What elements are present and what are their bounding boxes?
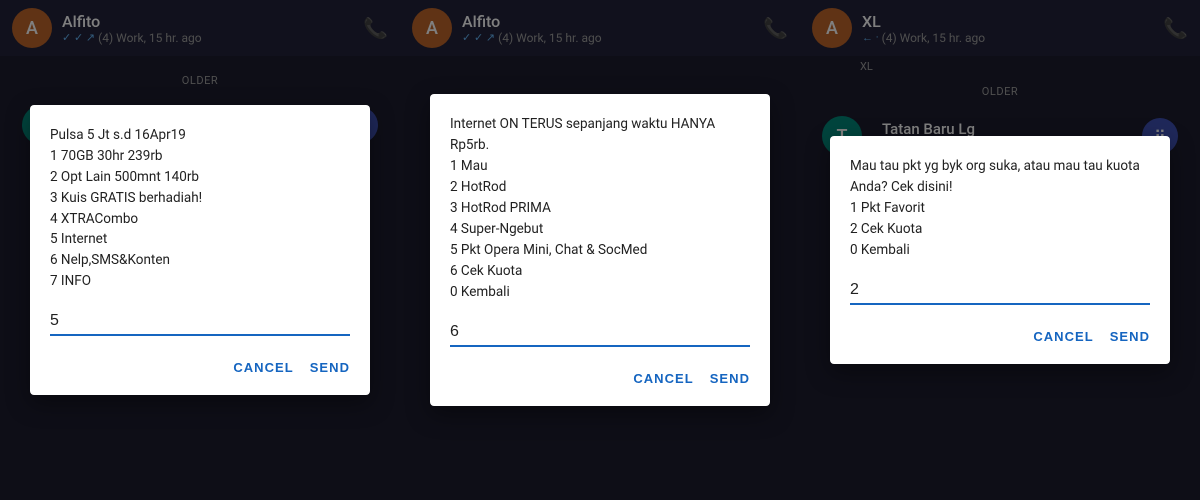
dialog-input-1[interactable]: [50, 308, 350, 336]
send-button-1[interactable]: SEND: [310, 356, 350, 379]
dialog-input-3[interactable]: [850, 277, 1150, 305]
dialog-input-area-1: [50, 308, 350, 336]
overlay-2: Internet ON TERUS sepanjang waktu HANYA …: [400, 0, 800, 500]
cancel-button-3[interactable]: CANCEL: [1033, 325, 1093, 348]
dialog-3: Mau tau pkt yg byk org suka, atau mau ta…: [830, 136, 1170, 364]
dialog-message-2: Internet ON TERUS sepanjang waktu HANYA …: [450, 114, 750, 302]
panel-2: A Alfito ✓ ✓ ↗ (4) Work, 15 hr. ago 📞 In…: [400, 0, 800, 500]
send-button-3[interactable]: SEND: [1110, 325, 1150, 348]
cancel-button-2[interactable]: CANCEL: [633, 367, 693, 390]
cancel-button-1[interactable]: CANCEL: [233, 356, 293, 379]
dialog-2: Internet ON TERUS sepanjang waktu HANYA …: [430, 94, 770, 405]
dialog-actions-3: CANCEL SEND: [850, 325, 1150, 348]
dialog-message-1: Pulsa 5 Jt s.d 16Apr19 1 70GB 30hr 239rb…: [50, 125, 350, 292]
dialog-actions-1: CANCEL SEND: [50, 356, 350, 379]
panel-3: A XL ← · (4) Work, 15 hr. ago 📞 XL OLDER…: [800, 0, 1200, 500]
dialog-input-2[interactable]: [450, 319, 750, 347]
overlay-1: Pulsa 5 Jt s.d 16Apr19 1 70GB 30hr 239rb…: [0, 0, 400, 500]
dialog-actions-2: CANCEL SEND: [450, 367, 750, 390]
dialog-input-area-2: [450, 319, 750, 347]
dialog-input-area-3: [850, 277, 1150, 305]
dialog-1: Pulsa 5 Jt s.d 16Apr19 1 70GB 30hr 239rb…: [30, 105, 370, 395]
panel-1: A Alfito ✓ ✓ ↗ (4) Work, 15 hr. ago 📞 OL…: [0, 0, 400, 500]
dialog-message-3: Mau tau pkt yg byk org suka, atau mau ta…: [850, 156, 1150, 261]
overlay-3: Mau tau pkt yg byk org suka, atau mau ta…: [800, 0, 1200, 500]
send-button-2[interactable]: SEND: [710, 367, 750, 390]
